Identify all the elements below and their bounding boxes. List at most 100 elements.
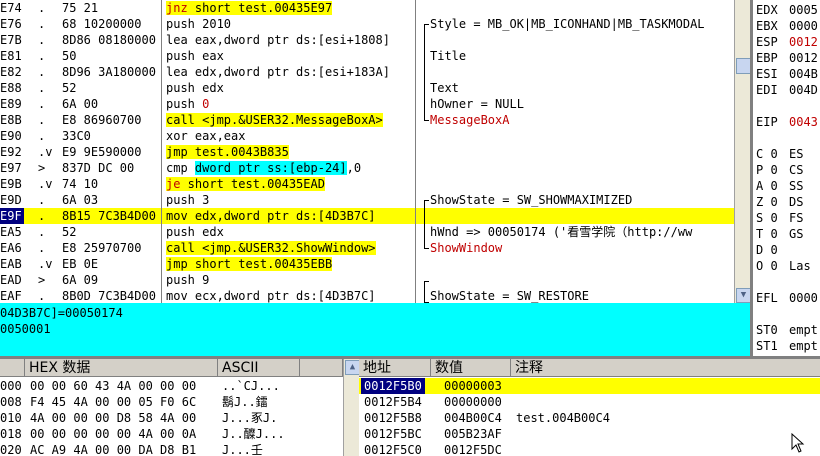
dump-header-ascii-label: ASCII xyxy=(222,360,259,376)
register-row[interactable]: S 0 FS xyxy=(753,210,820,226)
disasm-row[interactable]: E92 .v E9 9E590000 jmp test.0043B835 xyxy=(0,144,734,160)
disasm-row[interactable]: EAF. 8B0D 7C3B4D00 mov ecx,dword ptr ds:[4… xyxy=(0,288,734,303)
dump-hex: 4A 00 00 00 D8 58 4A 00 xyxy=(30,411,197,425)
register-value: 0012 xyxy=(789,35,818,49)
register-value: Las xyxy=(789,259,811,273)
disasm-row[interactable]: EAD >6A 09 push 9 xyxy=(0,272,734,288)
register-row[interactable]: EDI 004D xyxy=(753,82,820,98)
disasm-row[interactable]: E9B .v 74 10 je short test.00435EAD xyxy=(0,176,734,192)
register-name: ST1 xyxy=(756,339,778,353)
disasm-row[interactable]: E9F. 8B15 7C3B4D00 mov edx,dword ptr ds:[4… xyxy=(0,208,734,224)
disasm-row[interactable]: E97 >837D DC 00 cmp dword ptr ss:[ebp-24],… xyxy=(0,160,734,176)
info-line-1: 04D3B7C]=00050174 xyxy=(0,306,123,320)
dump-row[interactable]: 008 F4 45 4A 00 00 05 F0 6C 鬍J..鐳 xyxy=(0,394,343,410)
disasm-instruction: push 9 xyxy=(166,272,209,288)
register-row[interactable]: A 0 SS xyxy=(753,178,820,194)
disasm-row[interactable]: E82. 8D96 3A180000 lea edx,dword ptr ds:[e… xyxy=(0,64,734,80)
register-row[interactable]: D 0 xyxy=(753,242,820,258)
register-row[interactable] xyxy=(753,98,820,114)
disasm-jump-marker: . xyxy=(38,289,46,303)
disasm-instruction: call <jmp.&USER32.ShowWindow> xyxy=(166,240,376,256)
disasm-row[interactable]: EA6. E8 25970700 call <jmp.&USER32.ShowWin… xyxy=(0,240,734,256)
register-value: 0043 xyxy=(789,115,818,129)
disasm-row[interactable]: E9D. 6A 03 push 3 ShowState = SW_SHOWMAXIMI… xyxy=(0,192,734,208)
stack-header-value[interactable]: 数值 xyxy=(431,359,511,377)
dump-row[interactable]: 000 00 00 60 43 4A 00 00 00 ..`CJ... xyxy=(0,378,343,394)
dump-header-hex-label: HEX 数据 xyxy=(29,360,91,376)
register-row[interactable]: EIP 0043 xyxy=(753,114,820,130)
register-row[interactable]: EBX 0000 xyxy=(753,18,820,34)
disasm-row[interactable]: E8B. E8 86960700 call <jmp.&USER32.Message… xyxy=(0,112,734,128)
register-row[interactable]: ESP 0012 xyxy=(753,34,820,50)
register-row[interactable]: C 0 ES xyxy=(753,146,820,162)
register-row[interactable]: ST0 empt xyxy=(753,322,820,338)
register-row[interactable]: EDX 0005 xyxy=(753,2,820,18)
dump-ascii: ..`CJ... xyxy=(222,379,280,393)
disasm-row[interactable]: EAB .v EB 0E jmp short test.00435EBB xyxy=(0,256,734,272)
disasm-instruction: push 0 xyxy=(166,96,209,112)
disasm-row[interactable]: E90. 33C0 xor eax,eax xyxy=(0,128,734,144)
stack-address: 0012F5C0 xyxy=(364,443,422,456)
dump-header-hex[interactable]: HEX 数据 xyxy=(25,359,218,377)
disasm-instruction: call <jmp.&USER32.MessageBoxA> xyxy=(166,112,383,128)
disasm-scrollbar[interactable]: ▼ xyxy=(734,0,751,303)
disasm-address: EA5 xyxy=(0,225,22,239)
disasm-comment: Title xyxy=(430,49,467,63)
stack-row[interactable]: 0012F5B8 004B00C4 test.004B00C4 xyxy=(359,410,820,426)
disasm-row[interactable]: E76. 68 10200000 push 2010 Style = MB_OK|MB… xyxy=(0,16,734,32)
register-row[interactable]: EFL 0000 xyxy=(753,290,820,306)
disasm-row[interactable]: E81. 50 push eax Title xyxy=(0,48,734,64)
disasm-opcode: 6A 00 xyxy=(62,97,99,111)
disasm-jump-marker: > xyxy=(38,161,46,175)
disasm-row[interactable]: E74. 75 21 jnz short test.00435E97 xyxy=(0,0,734,16)
register-row[interactable]: O 0 Las xyxy=(753,258,820,274)
disassembly-pane[interactable]: E74. 75 21 jnz short test.00435E97 E76. 68 1… xyxy=(0,0,734,303)
disasm-row[interactable]: EA5. 52 push edx hWnd => 00050174 ('看雪学院（ht… xyxy=(0,224,734,240)
stack-row[interactable]: 0012F5B0 00000003 xyxy=(359,378,820,394)
dump-pane[interactable]: HEX 数据 ASCII 000 00 00 60 43 4A 00 00 00.… xyxy=(0,359,343,456)
disasm-instruction: push 2010 xyxy=(166,16,231,32)
register-row[interactable]: EBP 0012 xyxy=(753,50,820,66)
disasm-col-sep-1 xyxy=(161,0,162,303)
stack-header-comment-label: 注释 xyxy=(515,360,543,376)
disasm-address: EAB xyxy=(0,257,22,271)
register-row[interactable] xyxy=(753,274,820,290)
dump-header-ascii[interactable]: ASCII xyxy=(218,359,300,377)
disasm-address: E8B xyxy=(0,113,22,127)
disasm-opcode: E8 86960700 xyxy=(62,113,142,127)
stack-header-comment[interactable]: 注释 xyxy=(511,359,820,377)
disasm-opcode: 68 10200000 xyxy=(62,17,142,31)
stack-address: 0012F5B0 xyxy=(361,378,425,394)
register-row[interactable]: T 0 GS xyxy=(753,226,820,242)
dump-header-address[interactable] xyxy=(0,359,25,377)
stack-row[interactable]: 0012F5B4 00000000 xyxy=(359,394,820,410)
disasm-instruction-part: call xyxy=(166,113,195,127)
stack-pane[interactable]: 地址 数值 注释 0012F5B0 00000003 0012F5B4 0000000… xyxy=(359,359,820,456)
disasm-address: E9B xyxy=(0,177,22,191)
dump-scroll-up-button[interactable]: ▲ xyxy=(345,360,360,375)
disasm-scroll-down-button[interactable]: ▼ xyxy=(736,288,751,303)
dump-scrollbar[interactable]: ▲ xyxy=(343,359,360,456)
stack-row[interactable]: 0012F5C0 0012F5DC xyxy=(359,442,820,456)
disasm-row[interactable]: E89. 6A 00 push 0 hOwner = NULL xyxy=(0,96,734,112)
registers-pane[interactable]: EDX 0005 EBX 0000 ESP 0012 EBP 0012 ESI 004B EDI 00… xyxy=(753,0,820,356)
dump-row[interactable]: 020 AC A9 4A 00 00 DA D8 B1 J...壬 xyxy=(0,442,343,456)
disasm-row[interactable]: E88. 52 push edx Text xyxy=(0,80,734,96)
register-row[interactable]: ESI 004B xyxy=(753,66,820,82)
dump-address: 010 xyxy=(0,411,22,425)
stack-header-address[interactable]: 地址 xyxy=(359,359,431,377)
disasm-row[interactable]: E7B. 8D86 08180000 lea eax,dword ptr ds:[e… xyxy=(0,32,734,48)
disasm-scroll-thumb[interactable] xyxy=(736,58,751,74)
stack-row[interactable]: 0012F5BC 005B23AF xyxy=(359,426,820,442)
dump-row[interactable]: 018 00 00 00 00 00 4A 00 0A J..醾J... xyxy=(0,426,343,442)
register-value: FS xyxy=(789,211,804,225)
disasm-jump-marker: . xyxy=(38,241,46,255)
register-row[interactable]: P 0 CS xyxy=(753,162,820,178)
dump-row[interactable]: 010 4A 00 00 00 D8 58 4A 00 J...豖J. xyxy=(0,410,343,426)
register-row[interactable] xyxy=(753,306,820,322)
register-row[interactable] xyxy=(753,130,820,146)
register-row[interactable]: Z 0 DS xyxy=(753,194,820,210)
register-row[interactable]: ST1 empt xyxy=(753,338,820,354)
disasm-instruction: lea eax,dword ptr ds:[esi+1808] xyxy=(166,32,390,48)
disasm-instruction: jmp short test.00435EBB xyxy=(166,256,333,272)
